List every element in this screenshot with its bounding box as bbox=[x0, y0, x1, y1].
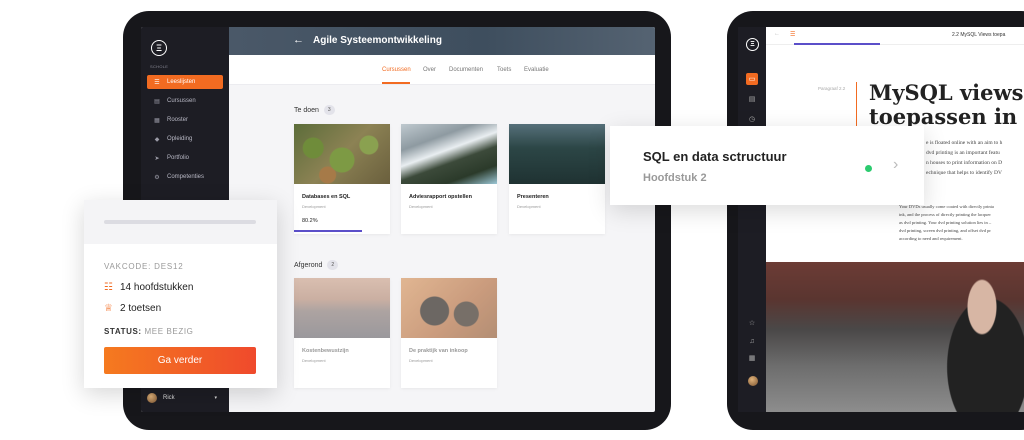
chevron-right-icon[interactable]: › bbox=[893, 156, 898, 174]
menu-icon[interactable]: ☰ bbox=[790, 31, 795, 38]
status-dot bbox=[865, 165, 872, 172]
course-header: ← Agile Systeemontwikkeling bbox=[229, 27, 655, 55]
divider bbox=[856, 82, 857, 126]
course-card-adviesrapport[interactable]: Adviesrapport opstellen Development bbox=[401, 124, 497, 234]
article-text: e is floated online with an aim to h bbox=[926, 140, 1003, 146]
sidebar-item-portfolio[interactable]: ➤ Portfolio bbox=[147, 151, 223, 165]
course-subtitle: Development bbox=[302, 204, 326, 209]
back-arrow-icon[interactable]: ← bbox=[293, 34, 304, 46]
star-icon[interactable]: ☆ bbox=[746, 317, 758, 329]
chapter-card[interactable]: SQL en data sctructuur Hoofdstuk 2 › bbox=[610, 126, 924, 205]
title-placeholder-bar bbox=[104, 220, 256, 224]
tab-over[interactable]: Over bbox=[423, 67, 436, 73]
app-logo-icon[interactable]: Ξ bbox=[746, 38, 759, 51]
reader-topbar: ← ☰ 2.2 MySQL Views toepa bbox=[766, 27, 1024, 45]
back-arrow-icon[interactable]: ← bbox=[774, 31, 780, 37]
trophy-icon: ♕ bbox=[104, 303, 113, 314]
chevron-down-icon: ▾ bbox=[214, 395, 217, 401]
avatar[interactable] bbox=[748, 376, 758, 386]
avatar bbox=[147, 393, 157, 403]
app-logo-icon[interactable]: Ξ bbox=[151, 40, 167, 56]
course-title: Kostenbewustzijn bbox=[302, 348, 349, 354]
count-badge: 3 bbox=[323, 105, 335, 115]
course-image bbox=[509, 124, 605, 184]
bell-icon[interactable]: ♫ bbox=[746, 335, 758, 347]
photo-subject bbox=[926, 262, 1024, 412]
course-code: VAKCODE: DES12 bbox=[104, 262, 184, 271]
school-label: SCHOLE bbox=[150, 64, 169, 69]
tests-count: ♕ 2 toetsen bbox=[104, 303, 162, 314]
course-subtitle: Development bbox=[409, 204, 433, 209]
course-card-inkoop[interactable]: De praktijk van inkoop Development bbox=[401, 278, 497, 388]
tab-cursussen[interactable]: Cursussen bbox=[382, 67, 411, 73]
course-image bbox=[294, 278, 390, 338]
grid-icon[interactable]: ▦ bbox=[746, 352, 758, 364]
book-icon: ▤ bbox=[154, 98, 160, 105]
section-done: Afgerond 2 bbox=[294, 260, 339, 270]
chapter-subtitle: Hoofdstuk 2 bbox=[643, 172, 707, 184]
calendar-icon: ▦ bbox=[154, 117, 160, 124]
course-subtitle: Development bbox=[517, 204, 541, 209]
chapter-title: 2.2 MySQL Views toepa bbox=[952, 32, 1006, 38]
status-text: STATUS: MEE BEZIG bbox=[104, 327, 194, 336]
active-tab-indicator bbox=[382, 82, 410, 84]
article-body: according to need and requirement. bbox=[899, 236, 963, 241]
article-body: dvd printing, screen dvd printing, and o… bbox=[899, 228, 991, 233]
course-image bbox=[294, 124, 390, 184]
course-card-presenteren[interactable]: Presenteren Development bbox=[509, 124, 605, 234]
course-subtitle: Development bbox=[302, 358, 326, 363]
chapter-title: SQL en data sctructuur bbox=[643, 149, 787, 164]
sidebar-item-opleiding[interactable]: ◆ Opleiding bbox=[147, 132, 223, 146]
article-body: as dvd printing. Your dvd printing solut… bbox=[899, 220, 992, 225]
course-card-kostenbewustzijn[interactable]: Kostenbewustzijn Development bbox=[294, 278, 390, 388]
course-title: Adviesrapport opstellen bbox=[409, 194, 472, 200]
sidebar-item-rooster[interactable]: ▦ Rooster bbox=[147, 113, 223, 127]
course-tabs: Cursussen Over Documenten Toets Evaluati… bbox=[229, 55, 655, 85]
user-menu[interactable]: Rick ▾ bbox=[147, 393, 223, 403]
reading-progress bbox=[794, 43, 880, 45]
sidebar-item-competenties[interactable]: ⚙ Competenties bbox=[147, 170, 223, 184]
reader-sidebar: Ξ ▭ ▤ ◷ ☆ ♫ ▦ bbox=[738, 27, 766, 412]
course-title: Databases en SQL bbox=[302, 194, 351, 200]
settings-icon: ⚙ bbox=[154, 174, 160, 181]
graduation-cap-icon: ◆ bbox=[154, 136, 160, 143]
course-image bbox=[401, 124, 497, 184]
tab-documenten[interactable]: Documenten bbox=[449, 67, 483, 73]
article-text: dvd printing is an important featu bbox=[926, 150, 1000, 156]
article-text: n houses to print information on D bbox=[926, 160, 1003, 166]
section-todo: Te doen 3 bbox=[294, 105, 335, 115]
progress-bar bbox=[294, 230, 362, 232]
course-image bbox=[401, 278, 497, 338]
sidebar-item-leeslijsten[interactable]: ☰ Leeslijsten bbox=[147, 75, 223, 89]
sidebar-item-cursussen[interactable]: ▤ Cursussen bbox=[147, 94, 223, 108]
page-title: Agile Systeemontwikkeling bbox=[313, 35, 442, 46]
progress-text: 80.2% bbox=[302, 218, 318, 224]
chapters-count: ☷ 14 hoofdstukken bbox=[104, 282, 194, 293]
count-badge: 2 bbox=[327, 260, 339, 270]
list-icon[interactable]: ▤ bbox=[746, 93, 758, 105]
reader-screen: Ξ ▭ ▤ ◷ ☆ ♫ ▦ ← ☰ 2.2 MySQL Views toepa … bbox=[738, 27, 1024, 412]
course-title: Presenteren bbox=[517, 194, 549, 200]
article-body: ink, and the process of directly printin… bbox=[899, 212, 991, 217]
paragraph-label: Paragraaf 2.2 bbox=[818, 86, 846, 91]
article-heading: MySQL views toepassen in bbox=[869, 80, 1024, 129]
article-text: echnique that helps to identify DV bbox=[926, 170, 1002, 176]
article-photo bbox=[766, 262, 1024, 412]
book-icon[interactable]: ▭ bbox=[746, 73, 758, 85]
course-summary-card: VAKCODE: DES12 ☷ 14 hoofdstukken ♕ 2 toets… bbox=[84, 200, 277, 388]
course-card-databases[interactable]: Databases en SQL Development 80.2% bbox=[294, 124, 390, 234]
course-subtitle: Development bbox=[409, 358, 433, 363]
course-title: De praktijk van inkoop bbox=[409, 348, 468, 354]
continue-button[interactable]: Ga verder bbox=[104, 347, 256, 374]
tab-toets[interactable]: Toets bbox=[497, 67, 511, 73]
tab-evaluatie[interactable]: Evaluatie bbox=[524, 67, 549, 73]
send-icon: ➤ bbox=[154, 155, 160, 162]
list-icon: ☰ bbox=[154, 79, 160, 86]
clock-icon[interactable]: ◷ bbox=[746, 113, 758, 125]
list-icon: ☷ bbox=[104, 282, 113, 293]
